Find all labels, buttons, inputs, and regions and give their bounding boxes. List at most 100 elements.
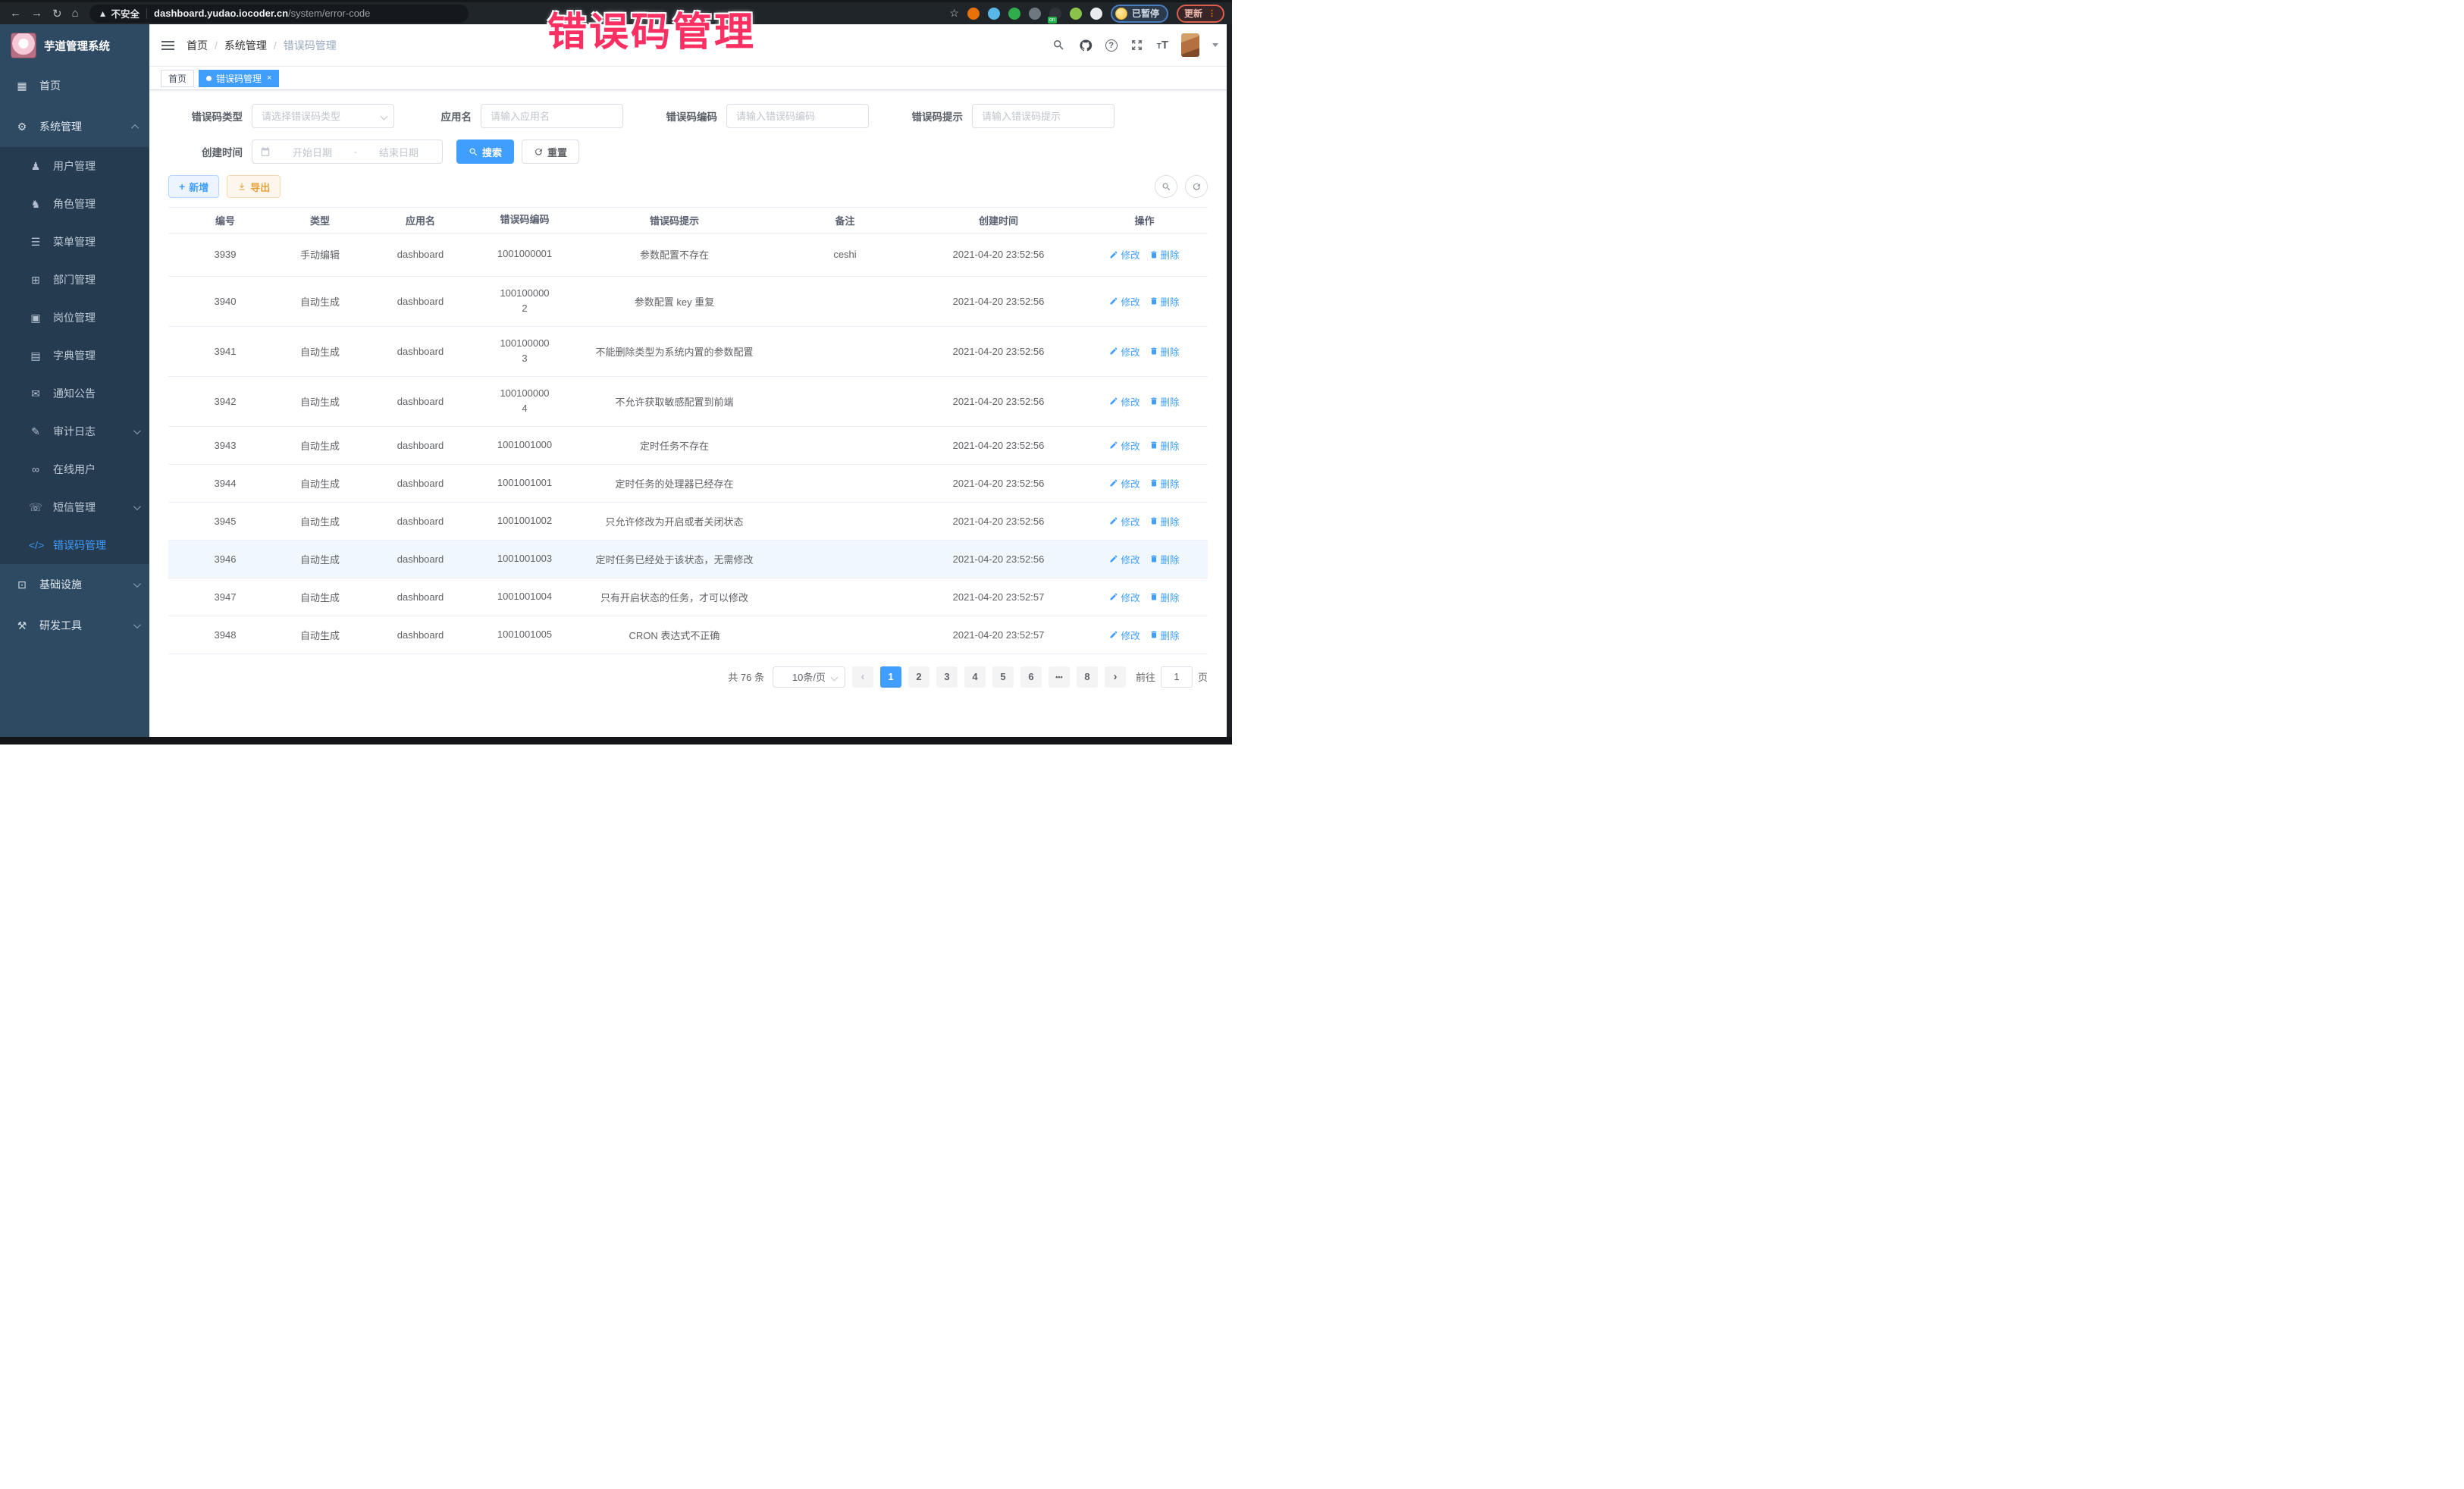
page-button-8[interactable]: 8 [1077,666,1098,688]
toggle-search-button[interactable] [1155,175,1177,198]
delete-link[interactable]: 删除 [1149,628,1180,642]
cell-type: 自动生成 [282,509,358,533]
sidebar-item-system[interactable]: ⚙系统管理 [0,106,149,147]
trash-icon [1149,440,1158,450]
edit-link[interactable]: 修改 [1109,514,1140,528]
delete-link[interactable]: 删除 [1149,294,1180,309]
profile-paused-pill[interactable]: 已暂停 [1111,5,1168,23]
hamburger-icon[interactable] [161,39,174,52]
bookmark-star-icon[interactable]: ☆ [949,7,959,20]
breadcrumb-system[interactable]: 系统管理 [224,38,267,53]
edit-icon [1109,440,1118,450]
delete-link[interactable]: 删除 [1149,552,1180,566]
tab-close-icon[interactable]: × [267,74,271,83]
delete-link[interactable]: 删除 [1149,590,1180,604]
date-range-picker[interactable]: 开始日期 - 结束日期 [252,139,443,164]
search-icon[interactable] [1052,39,1066,52]
error-code-input[interactable] [726,104,869,128]
page-button-6[interactable]: 6 [1020,666,1042,688]
sidebar-item-role[interactable]: ♞角色管理 [0,185,149,223]
delete-link[interactable]: 删除 [1149,514,1180,528]
sidebar-item-audit[interactable]: ✎审计日志 [0,412,149,450]
sms-icon: ☏ [29,501,42,514]
ext-orange-ring-icon[interactable] [967,8,980,20]
sidebar-item-dept[interactable]: ⊞部门管理 [0,261,149,299]
ext-green-check-icon[interactable] [1008,8,1020,20]
edit-link[interactable]: 修改 [1109,247,1140,262]
font-size-icon[interactable]: TT [1157,39,1168,52]
page-size-select[interactable]: 10条/页 [773,666,845,688]
cell-actions: 修改删除 [1089,472,1199,495]
ext-blue-gem-icon[interactable] [988,8,1000,20]
github-icon[interactable] [1079,39,1092,52]
edit-link[interactable]: 修改 [1109,628,1140,642]
reset-button[interactable]: 重置 [522,139,579,164]
browser-reload-icon[interactable]: ↻ [52,7,62,20]
export-button[interactable]: 导出 [227,175,281,198]
jump-page-input[interactable] [1161,666,1193,688]
app-name-input[interactable] [481,104,623,128]
tab-home[interactable]: 首页 [161,70,194,87]
fullscreen-icon[interactable] [1130,39,1144,52]
sidebar-item-notice[interactable]: ✉通知公告 [0,375,149,412]
page-button-3[interactable]: 3 [936,666,958,688]
address-bar[interactable]: ▲ 不安全 dashboard.yudao.iocoder.cn/system/… [89,5,469,23]
add-button[interactable]: + 新增 [168,175,219,198]
delete-link[interactable]: 删除 [1149,476,1180,491]
ext-puzzle-icon[interactable] [1090,8,1102,20]
error-type-select[interactable] [252,104,394,128]
avatar-caret-icon[interactable] [1212,43,1218,47]
prev-page-button[interactable]: ‹ [852,666,873,688]
edit-link[interactable]: 修改 [1109,590,1140,604]
error-hint-input[interactable] [972,104,1114,128]
edit-link[interactable]: 修改 [1109,476,1140,491]
edit-icon [1109,592,1118,601]
ext-grid-icon[interactable] [1029,8,1041,20]
sidebar-item-home[interactable]: ▦首页 [0,65,149,106]
more-pages-button[interactable]: ••• [1049,666,1070,688]
page-button-1[interactable]: 1 [880,666,901,688]
tab-error-code[interactable]: 错误码管理× [199,70,279,87]
sidebar-item-infra[interactable]: ⊡基础设施 [0,564,149,605]
col-code: 错误码编码 [483,208,566,233]
sidebar-item-devtools[interactable]: ⚒研发工具 [0,605,149,646]
sidebar-item-post[interactable]: ▣岗位管理 [0,299,149,337]
browser-update-button[interactable]: 更新 ⋮ [1177,5,1224,23]
delete-link[interactable]: 删除 [1149,394,1180,409]
edit-link[interactable]: 修改 [1109,344,1140,359]
sidebar-logo-row[interactable]: 芋道管理系统 [0,24,149,65]
next-page-button[interactable]: › [1105,666,1126,688]
edit-link[interactable]: 修改 [1109,438,1140,453]
sidebar-item-menu[interactable]: ☰菜单管理 [0,223,149,261]
delete-link[interactable]: 删除 [1149,344,1180,359]
cell-id: 3939 [168,244,282,265]
user-avatar[interactable] [1181,33,1199,57]
search-button[interactable]: 搜索 [456,139,514,164]
sidebar-item-online[interactable]: ∞在线用户 [0,450,149,488]
browser-home-icon[interactable]: ⌂ [72,7,79,20]
edit-link[interactable]: 修改 [1109,552,1140,566]
page-button-5[interactable]: 5 [992,666,1014,688]
sidebar-item-errcode[interactable]: </>错误码管理 [0,526,149,564]
sidebar-item-sms[interactable]: ☏短信管理 [0,488,149,526]
breadcrumb-current: 错误码管理 [284,38,337,53]
sidebar-item-dict[interactable]: ▤字典管理 [0,337,149,375]
delete-link[interactable]: 删除 [1149,438,1180,453]
sidebar-item-user[interactable]: ♟用户管理 [0,147,149,185]
delete-link[interactable]: 删除 [1149,247,1180,262]
edit-link[interactable]: 修改 [1109,394,1140,409]
browser-back-icon[interactable]: ← [10,7,21,20]
browser-forward-icon[interactable]: → [31,7,42,20]
refresh-table-button[interactable] [1185,175,1208,198]
ext-list-on-icon[interactable]: on [1049,8,1061,20]
breadcrumb-home[interactable]: 首页 [187,38,208,53]
help-icon[interactable]: ? [1105,39,1118,52]
app-logo [11,33,36,58]
sidebar-item-label: 部门管理 [53,272,96,287]
ext-green-animal-icon[interactable] [1070,8,1082,20]
page-button-4[interactable]: 4 [964,666,986,688]
edit-icon [1109,250,1118,259]
page-button-2[interactable]: 2 [908,666,929,688]
edit-link[interactable]: 修改 [1109,294,1140,309]
window-scrollbar[interactable] [1227,24,1232,737]
